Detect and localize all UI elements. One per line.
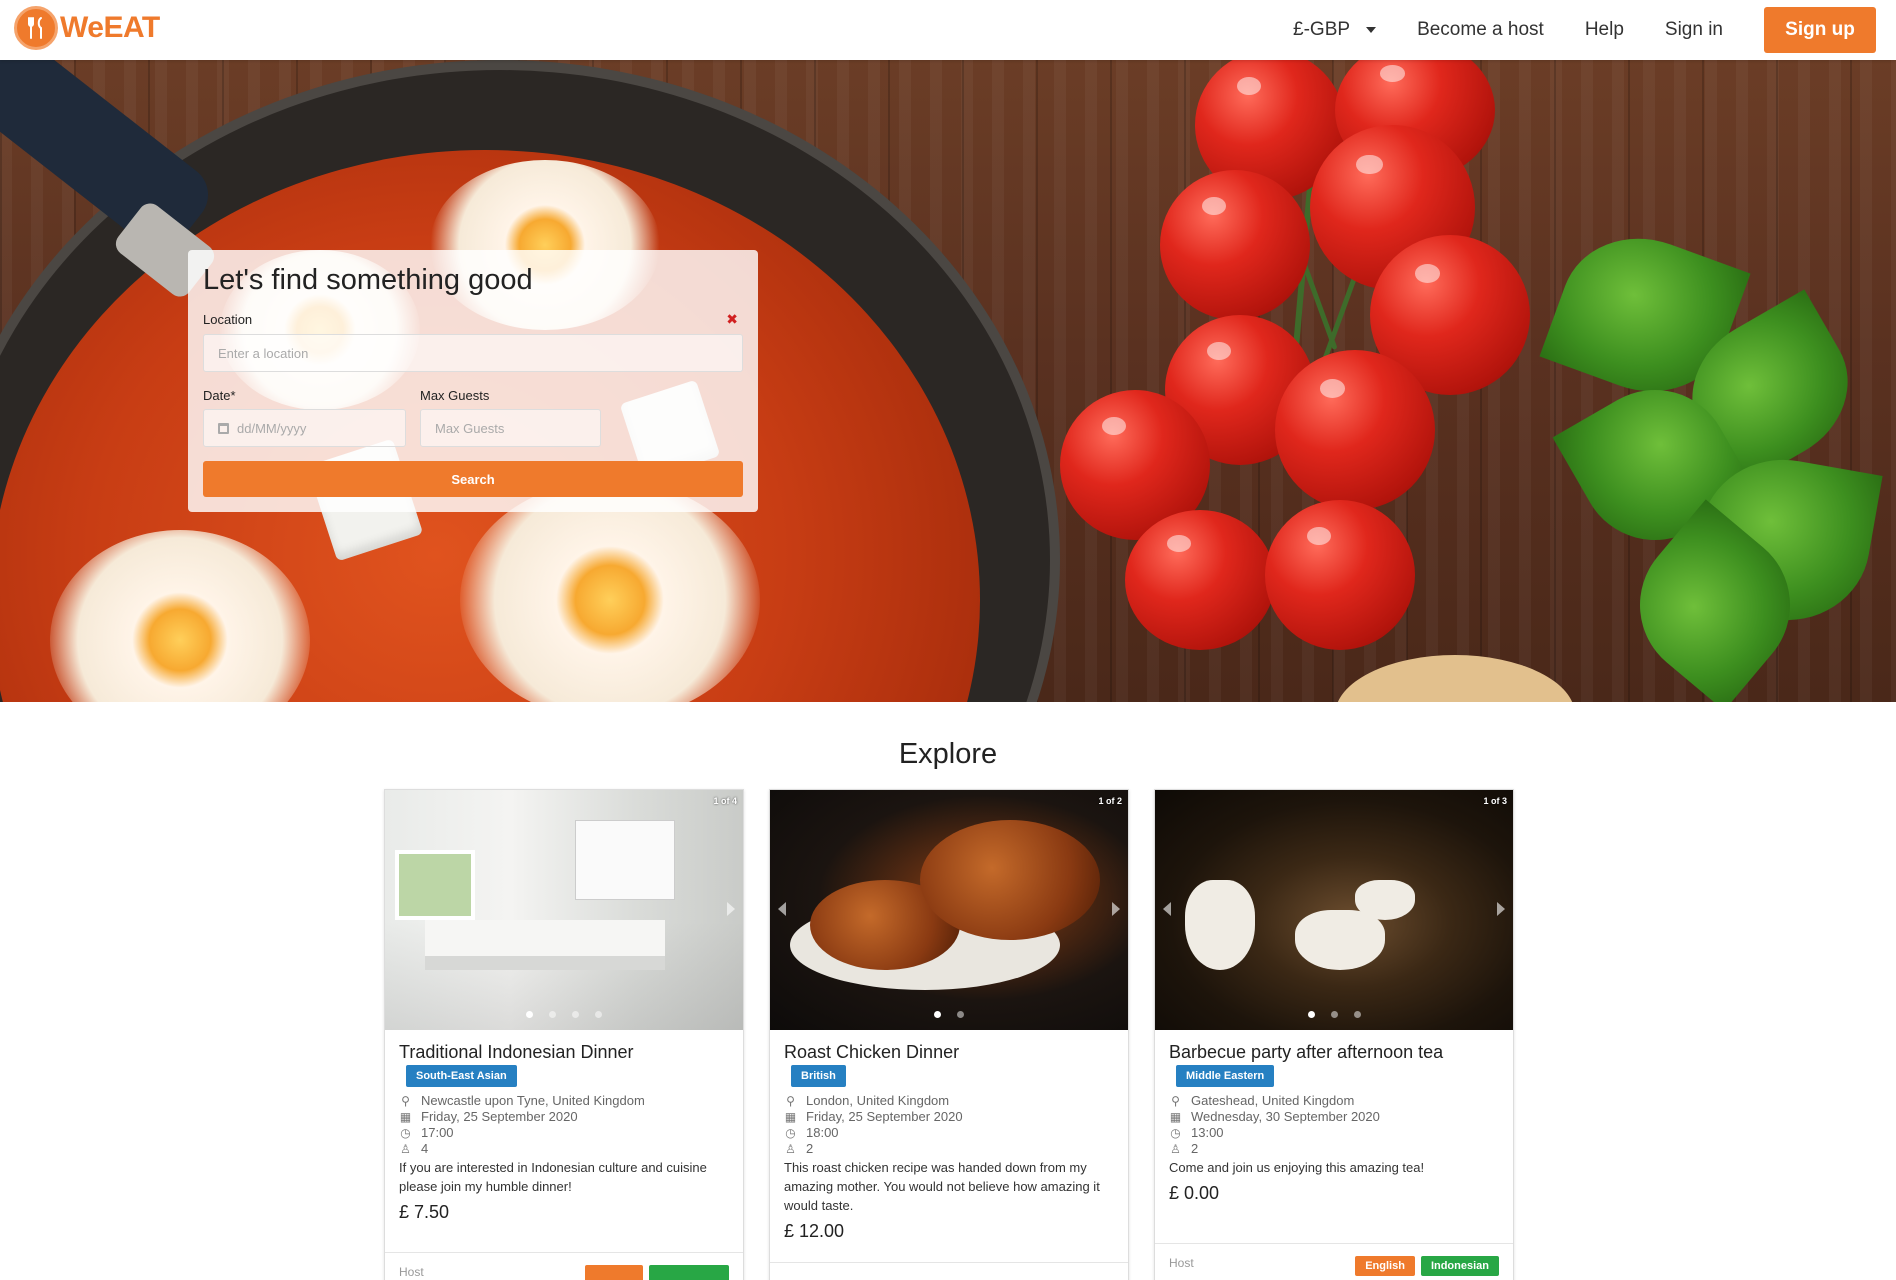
event-location: London, United Kingdom [806,1093,950,1108]
currency-label: £-GBP [1293,19,1351,40]
clock-icon: ◷ [400,1126,411,1140]
navbar: WeEAT £-GBP Become a host Help Sign in S… [0,0,1896,60]
event-card[interactable]: 1 of 2 Roast Chicken Dinner British ⚲ Lon… [769,789,1129,1280]
event-guests: 4 [421,1141,429,1156]
image-counter: 1 of 3 [1483,796,1507,806]
event-price: £ 7.50 [399,1202,450,1222]
location-label: Location [203,312,253,327]
caret-down-icon [1366,27,1377,33]
event-guests: 2 [806,1141,814,1156]
carousel-dot[interactable] [572,1011,579,1018]
language-badge: Indonesian [1420,1256,1499,1276]
map-pin-icon: ⚲ [1171,1094,1180,1108]
sign-up-button[interactable]: Sign up [1764,7,1876,53]
person-icon: ♙ [1170,1142,1181,1156]
calendar-icon: ▦ [399,1110,412,1124]
carousel-dot[interactable] [1330,1011,1338,1018]
card-footer [770,1262,1128,1280]
max-guests-label: Max Guests [420,388,490,403]
event-title[interactable]: Roast Chicken Dinner [784,1042,1114,1063]
event-price: £ 0.00 [1169,1183,1220,1203]
carousel-dot[interactable] [1307,1011,1315,1018]
sign-in-link[interactable]: Sign in [1665,19,1723,41]
image-counter: 1 of 4 [713,796,737,806]
carousel-dot[interactable] [934,1011,941,1018]
clock-icon: ◷ [1170,1126,1181,1140]
language-badge: English [1355,1256,1415,1276]
event-image-carousel[interactable]: 1 of 2 [770,790,1128,1030]
search-title: Let's find something good [203,264,533,296]
calendar-icon [218,422,229,434]
next-image-arrow-icon[interactable] [1497,902,1505,916]
event-description: Come and join us enjoying this amazing t… [1169,1160,1425,1175]
help-link[interactable]: Help [1585,19,1624,41]
currency-dropdown[interactable]: £-GBP [1293,19,1377,41]
max-guests-input[interactable]: Max Guests [420,409,601,447]
cuisine-badge: Middle Eastern [1176,1065,1275,1087]
nav-menu: £-GBP Become a host Help Sign in Sign up [1252,0,1876,60]
prev-image-arrow-icon[interactable] [1163,902,1171,916]
logo-text: WeEAT [60,11,160,44]
event-card[interactable]: 1 of 4 Traditional Indonesian Dinner Sou… [384,789,744,1280]
language-badge [585,1265,643,1280]
explore-heading: Explore [898,738,998,770]
carousel-dot[interactable] [526,1011,533,1018]
clock-icon: ◷ [785,1126,796,1140]
language-badge [649,1265,729,1280]
card-footer: Host English Indonesian [1155,1243,1513,1280]
event-title[interactable]: Barbecue party after afternoon tea [1169,1042,1499,1063]
event-description: If you are interested in Indonesian cult… [399,1160,707,1194]
cuisine-badge: British [791,1065,846,1087]
event-time: 13:00 [1191,1125,1224,1140]
event-date: Wednesday, 30 September 2020 [1191,1109,1380,1124]
event-card[interactable]: 1 of 3 Barbecue party after afternoon te… [1154,789,1514,1280]
event-description: This roast chicken recipe was handed dow… [784,1160,1100,1213]
next-image-arrow-icon[interactable] [727,902,735,916]
date-input[interactable]: dd/MM/yyyy [203,409,406,447]
calendar-icon: ▦ [1169,1110,1182,1124]
carousel-dot[interactable] [957,1011,964,1018]
event-guests: 2 [1191,1141,1199,1156]
person-icon: ♙ [785,1142,796,1156]
card-footer: Host [385,1252,743,1280]
location-input[interactable]: Enter a location [203,334,743,372]
host-label: Host [1169,1256,1194,1270]
calendar-icon: ▦ [784,1110,797,1124]
event-time: 18:00 [806,1125,839,1140]
become-host-link[interactable]: Become a host [1417,19,1544,41]
search-button[interactable]: Search [203,461,743,497]
event-price: £ 12.00 [784,1221,845,1241]
event-time: 17:00 [421,1125,454,1140]
date-placeholder: dd/MM/yyyy [237,420,307,436]
image-counter: 1 of 2 [1098,796,1122,806]
event-title[interactable]: Traditional Indonesian Dinner [399,1042,729,1063]
prev-image-arrow-icon[interactable] [778,902,786,916]
event-location: Newcastle upon Tyne, United Kingdom [421,1093,645,1108]
search-panel: Let's find something good Location ✖ Ent… [188,250,758,512]
event-image-carousel[interactable]: 1 of 3 [1155,790,1513,1030]
logo[interactable]: WeEAT [14,6,160,50]
host-label: Host [399,1265,424,1279]
cuisine-badge: South-East Asian [406,1065,517,1087]
event-image-carousel[interactable]: 1 of 4 [385,790,743,1030]
person-icon: ♙ [400,1142,411,1156]
carousel-dot[interactable] [549,1011,556,1018]
event-date: Friday, 25 September 2020 [806,1109,963,1124]
map-pin-icon: ⚲ [401,1094,410,1108]
carousel-dot[interactable] [595,1011,602,1018]
event-date: Friday, 25 September 2020 [421,1109,578,1124]
logo-fork-knife-icon [14,6,58,50]
date-label: Date* [203,388,236,403]
carousel-dot[interactable] [1353,1011,1361,1018]
event-location: Gateshead, United Kingdom [1191,1093,1355,1108]
next-image-arrow-icon[interactable] [1112,902,1120,916]
map-pin-icon: ⚲ [786,1094,795,1108]
clear-location-icon[interactable]: ✖ [726,311,738,328]
